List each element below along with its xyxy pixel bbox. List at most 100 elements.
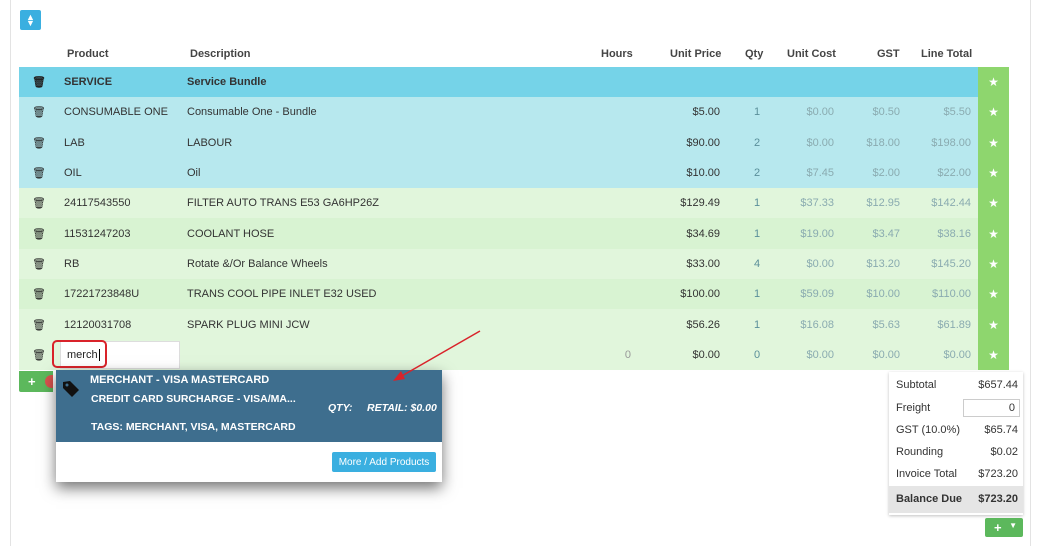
star-icon[interactable]: ★: [978, 157, 1009, 189]
gst-value: $0.00: [872, 348, 900, 361]
balance-due-value: $723.20: [978, 493, 1018, 505]
line-total-value: $22.00: [937, 167, 971, 180]
tag-icon: [63, 381, 79, 397]
trash-icon[interactable]: 🗑: [32, 257, 46, 270]
product-description: Rotate &/Or Balance Wheels: [187, 257, 328, 270]
trash-icon[interactable]: 🗑: [32, 227, 46, 240]
unit-price-value[interactable]: $56.26: [649, 319, 720, 331]
freight-label: Freight: [896, 402, 931, 414]
qty-value[interactable]: 2: [749, 137, 765, 149]
star-icon[interactable]: ★: [978, 97, 1009, 128]
unit-price-value[interactable]: $100.00: [649, 288, 720, 300]
unit-price-value[interactable]: $90.00: [649, 137, 720, 149]
star-icon[interactable]: ★: [978, 339, 1009, 370]
table-row: 🗑 OIL Oil $10.00 2 $7.45 $2.00 $22.00 ★: [19, 157, 1009, 189]
product-code: LAB: [64, 136, 85, 149]
product-description: SPARK PLUG MINI JCW: [187, 318, 310, 331]
product-code: SERVICE: [64, 76, 113, 89]
col-line-total: Line Total: [921, 48, 973, 60]
rounding-value: $0.02: [990, 446, 1018, 458]
line-total-value: $5.50: [943, 106, 971, 119]
product-description: TRANS COOL PIPE INLET E32 USED: [187, 288, 377, 301]
gst-value: $3.47: [872, 227, 900, 240]
input-highlight-annotation: [52, 340, 107, 368]
qty-value[interactable]: 2: [749, 167, 765, 179]
qty-value[interactable]: 1: [749, 197, 765, 209]
suggestion-qty: QTY:: [328, 402, 353, 414]
line-total-value: $110.00: [932, 288, 971, 301]
sort-button[interactable]: ▲ ▼: [20, 10, 41, 30]
subtotal-row: Subtotal $657.44: [889, 375, 1023, 397]
gst-label: GST (10.0%): [896, 424, 960, 436]
suggestion-item[interactable]: MERCHANT - VISA MASTERCARD CREDIT CARD S…: [56, 370, 442, 442]
rounding-label: Rounding: [896, 446, 944, 458]
gst-value: $0.50: [872, 106, 900, 119]
gst-value: $12.95: [866, 197, 900, 210]
star-icon[interactable]: ★: [978, 67, 1009, 98]
unit-cost-value: $37.33: [800, 197, 834, 210]
trash-icon[interactable]: 🗑: [32, 288, 46, 301]
caret-down-icon: ▼: [1009, 521, 1017, 530]
trash-icon[interactable]: 🗑: [32, 318, 46, 331]
star-icon[interactable]: ★: [978, 279, 1009, 310]
balance-due-label: Balance Due: [896, 493, 963, 505]
line-total-value: $61.89: [937, 318, 971, 331]
tags-value: MERCHANT, VISA, MASTERCARD: [125, 421, 296, 433]
star-icon[interactable]: ★: [978, 248, 1009, 280]
star-icon[interactable]: ★: [978, 309, 1009, 340]
trash-icon[interactable]: 🗑: [32, 136, 46, 149]
qty-value[interactable]: 1: [749, 228, 765, 240]
col-unit-price: Unit Price: [670, 48, 722, 60]
unit-price-value[interactable]: $5.00: [649, 106, 720, 118]
table-row: 🗑 RB Rotate &/Or Balance Wheels $33.00 4 $0.0…: [19, 248, 1009, 280]
product-code: 17221723848U: [64, 288, 140, 301]
col-hours: Hours: [601, 48, 633, 60]
star-icon[interactable]: ★: [978, 218, 1009, 249]
product-suggestion-dropdown: MERCHANT - VISA MASTERCARD CREDIT CARD S…: [56, 370, 442, 482]
unit-cost-value: $16.08: [800, 318, 834, 331]
suggestion-name: MERCHANT - VISA MASTERCARD: [90, 374, 270, 386]
more-add-products-button[interactable]: More / Add Products: [332, 452, 436, 472]
qty-value[interactable]: 1: [749, 319, 765, 331]
col-qty: Qty: [745, 48, 764, 60]
star-icon[interactable]: ★: [978, 188, 1009, 219]
gst-value: $5.63: [872, 318, 900, 331]
freight-input[interactable]: 0: [963, 399, 1020, 417]
rounding-row: Rounding $0.02: [889, 442, 1023, 464]
gst-value: $18.00: [866, 136, 900, 149]
unit-cost-value: $0.00: [806, 348, 834, 361]
suggestion-tags: TAGS: MERCHANT, VISA, MASTERCARD: [91, 421, 296, 433]
hours-value[interactable]: 0: [579, 349, 631, 361]
product-code: RB: [64, 257, 80, 270]
sort-arrows-icon: ▲ ▼: [26, 12, 35, 28]
invoice-total-value: $723.20: [978, 468, 1018, 480]
suggestion-retail: RETAIL: $0.00: [367, 402, 437, 414]
invoice-total-row: Invoice Total $723.20: [889, 464, 1023, 486]
unit-price-value[interactable]: $0.00: [649, 349, 720, 361]
qty-value[interactable]: 4: [749, 258, 765, 270]
unit-cost-value: $7.45: [806, 167, 834, 180]
subtotal-label: Subtotal: [896, 379, 937, 391]
gst-value: $10.00: [866, 288, 900, 301]
remove-line-button[interactable]: [45, 375, 53, 388]
unit-price-value[interactable]: $10.00: [649, 167, 720, 179]
product-code: CONSUMABLE ONE: [64, 106, 168, 119]
unit-price-value[interactable]: $34.69: [649, 228, 720, 240]
unit-price-value[interactable]: $33.00: [649, 258, 720, 270]
trash-icon[interactable]: 🗑: [32, 76, 46, 89]
gst-row: GST (10.0%) $65.74: [889, 420, 1023, 442]
trash-icon[interactable]: 🗑: [32, 197, 46, 210]
trash-icon[interactable]: 🗑: [32, 348, 46, 361]
qty-value[interactable]: 1: [749, 288, 765, 300]
add-payment-button[interactable]: + ▼: [985, 518, 1023, 537]
table-row: 🗑 12120031708 SPARK PLUG MINI JCW $56.26 1 $1…: [19, 309, 1009, 340]
add-line-button[interactable]: +: [19, 371, 53, 392]
trash-icon[interactable]: 🗑: [32, 167, 46, 180]
qty-value[interactable]: 0: [749, 349, 765, 361]
unit-cost-value: $0.00: [806, 106, 834, 119]
qty-value[interactable]: 1: [749, 106, 765, 118]
trash-icon[interactable]: 🗑: [32, 106, 46, 119]
line-total-value: $38.16: [937, 227, 971, 240]
star-icon[interactable]: ★: [978, 127, 1009, 158]
unit-price-value[interactable]: $129.49: [649, 197, 720, 209]
